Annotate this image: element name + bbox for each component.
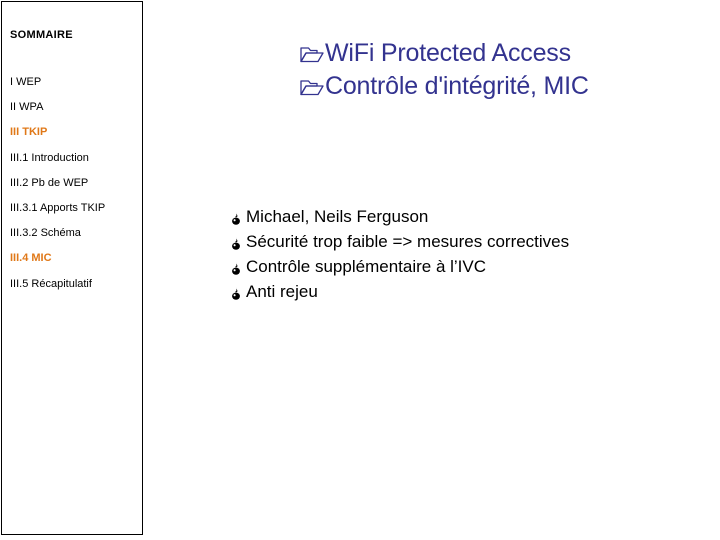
sidebar-item-iii-tkip[interactable]: III TKIP xyxy=(10,126,47,139)
body-bullet-line: Anti rejeu xyxy=(231,281,701,306)
body-bullet-text: Contrôle supplémentaire à l’IVC xyxy=(246,257,487,276)
sidebar-item-iii-3-2-sch-ma[interactable]: III.3.2 Schéma xyxy=(10,227,81,240)
title-line-1: WiFi Protected Access xyxy=(300,38,700,71)
sidebar-item-ii-wpa[interactable]: II WPA xyxy=(10,101,43,114)
title-line-1-text: WiFi Protected Access xyxy=(325,39,571,67)
sidebar-item-label: III.2 Pb de WEP xyxy=(10,176,89,189)
sidebar-outline-panel: SOMMAIRE I WEP II WPA III TKIP III.1 Introd… xyxy=(1,1,143,535)
title-line-2: Contrôle d'intégrité, MIC xyxy=(300,71,700,104)
sidebar-item-label: III.1 Introduction xyxy=(10,151,89,164)
open-folder-icon xyxy=(300,74,324,104)
body-bullet-line: Sécurité trop faible => mesures correcti… xyxy=(231,231,701,256)
sidebar-item-label: II WPA xyxy=(10,101,44,114)
sidebar-item-label: III.5 Récapitulatif xyxy=(10,277,92,290)
sidebar-item-iii-1-introduction[interactable]: III.1 Introduction xyxy=(10,152,89,165)
sidebar-item-iii-3-1-apports-tkip[interactable]: III.3.1 Apports TKIP xyxy=(10,202,105,215)
sidebar-item-label: III TKIP xyxy=(10,126,48,139)
flame-icon xyxy=(231,284,246,306)
sidebar-heading: SOMMAIRE xyxy=(10,29,73,41)
open-folder-icon xyxy=(300,41,324,71)
sidebar-item-label: I WEP xyxy=(10,76,42,88)
sidebar-item-label: III.3.2 Schéma xyxy=(10,227,81,240)
sidebar-item-iii-5-r-capitulatif[interactable]: III.5 Récapitulatif xyxy=(10,278,92,291)
body-bullet-line: Michael, Neils Ferguson xyxy=(231,206,701,231)
slide-canvas: SOMMAIRE I WEP II WPA III TKIP III.1 Introd… xyxy=(0,0,720,540)
slide-title: WiFi Protected Access Contrôle d'intégri… xyxy=(300,38,700,104)
body-bullet-text: Anti rejeu xyxy=(246,282,318,301)
body-bullet-text: Sécurité trop faible => mesures correcti… xyxy=(246,232,570,251)
sidebar-item-label: III.4 MIC xyxy=(10,252,52,265)
flame-icon xyxy=(231,259,246,281)
slide-body-bullet-list: Michael, Neils Ferguson Sécurité trop fai… xyxy=(231,206,701,306)
sidebar-item-iii-4-mic[interactable]: III.4 MIC xyxy=(10,252,52,265)
flame-icon xyxy=(231,209,246,231)
title-line-2-text: Contrôle d'intégrité, MIC xyxy=(325,72,589,100)
body-bullet-line: Contrôle supplémentaire à l’IVC xyxy=(231,256,701,281)
sidebar-item-label: III.3.1 Apports TKIP xyxy=(10,202,106,214)
sidebar-item-iii-2-pb-de-wep[interactable]: III.2 Pb de WEP xyxy=(10,177,88,190)
flame-icon xyxy=(231,234,246,256)
body-bullet-text: Michael, Neils Ferguson xyxy=(246,207,429,226)
sidebar-item-i-wep[interactable]: I WEP xyxy=(10,76,41,89)
